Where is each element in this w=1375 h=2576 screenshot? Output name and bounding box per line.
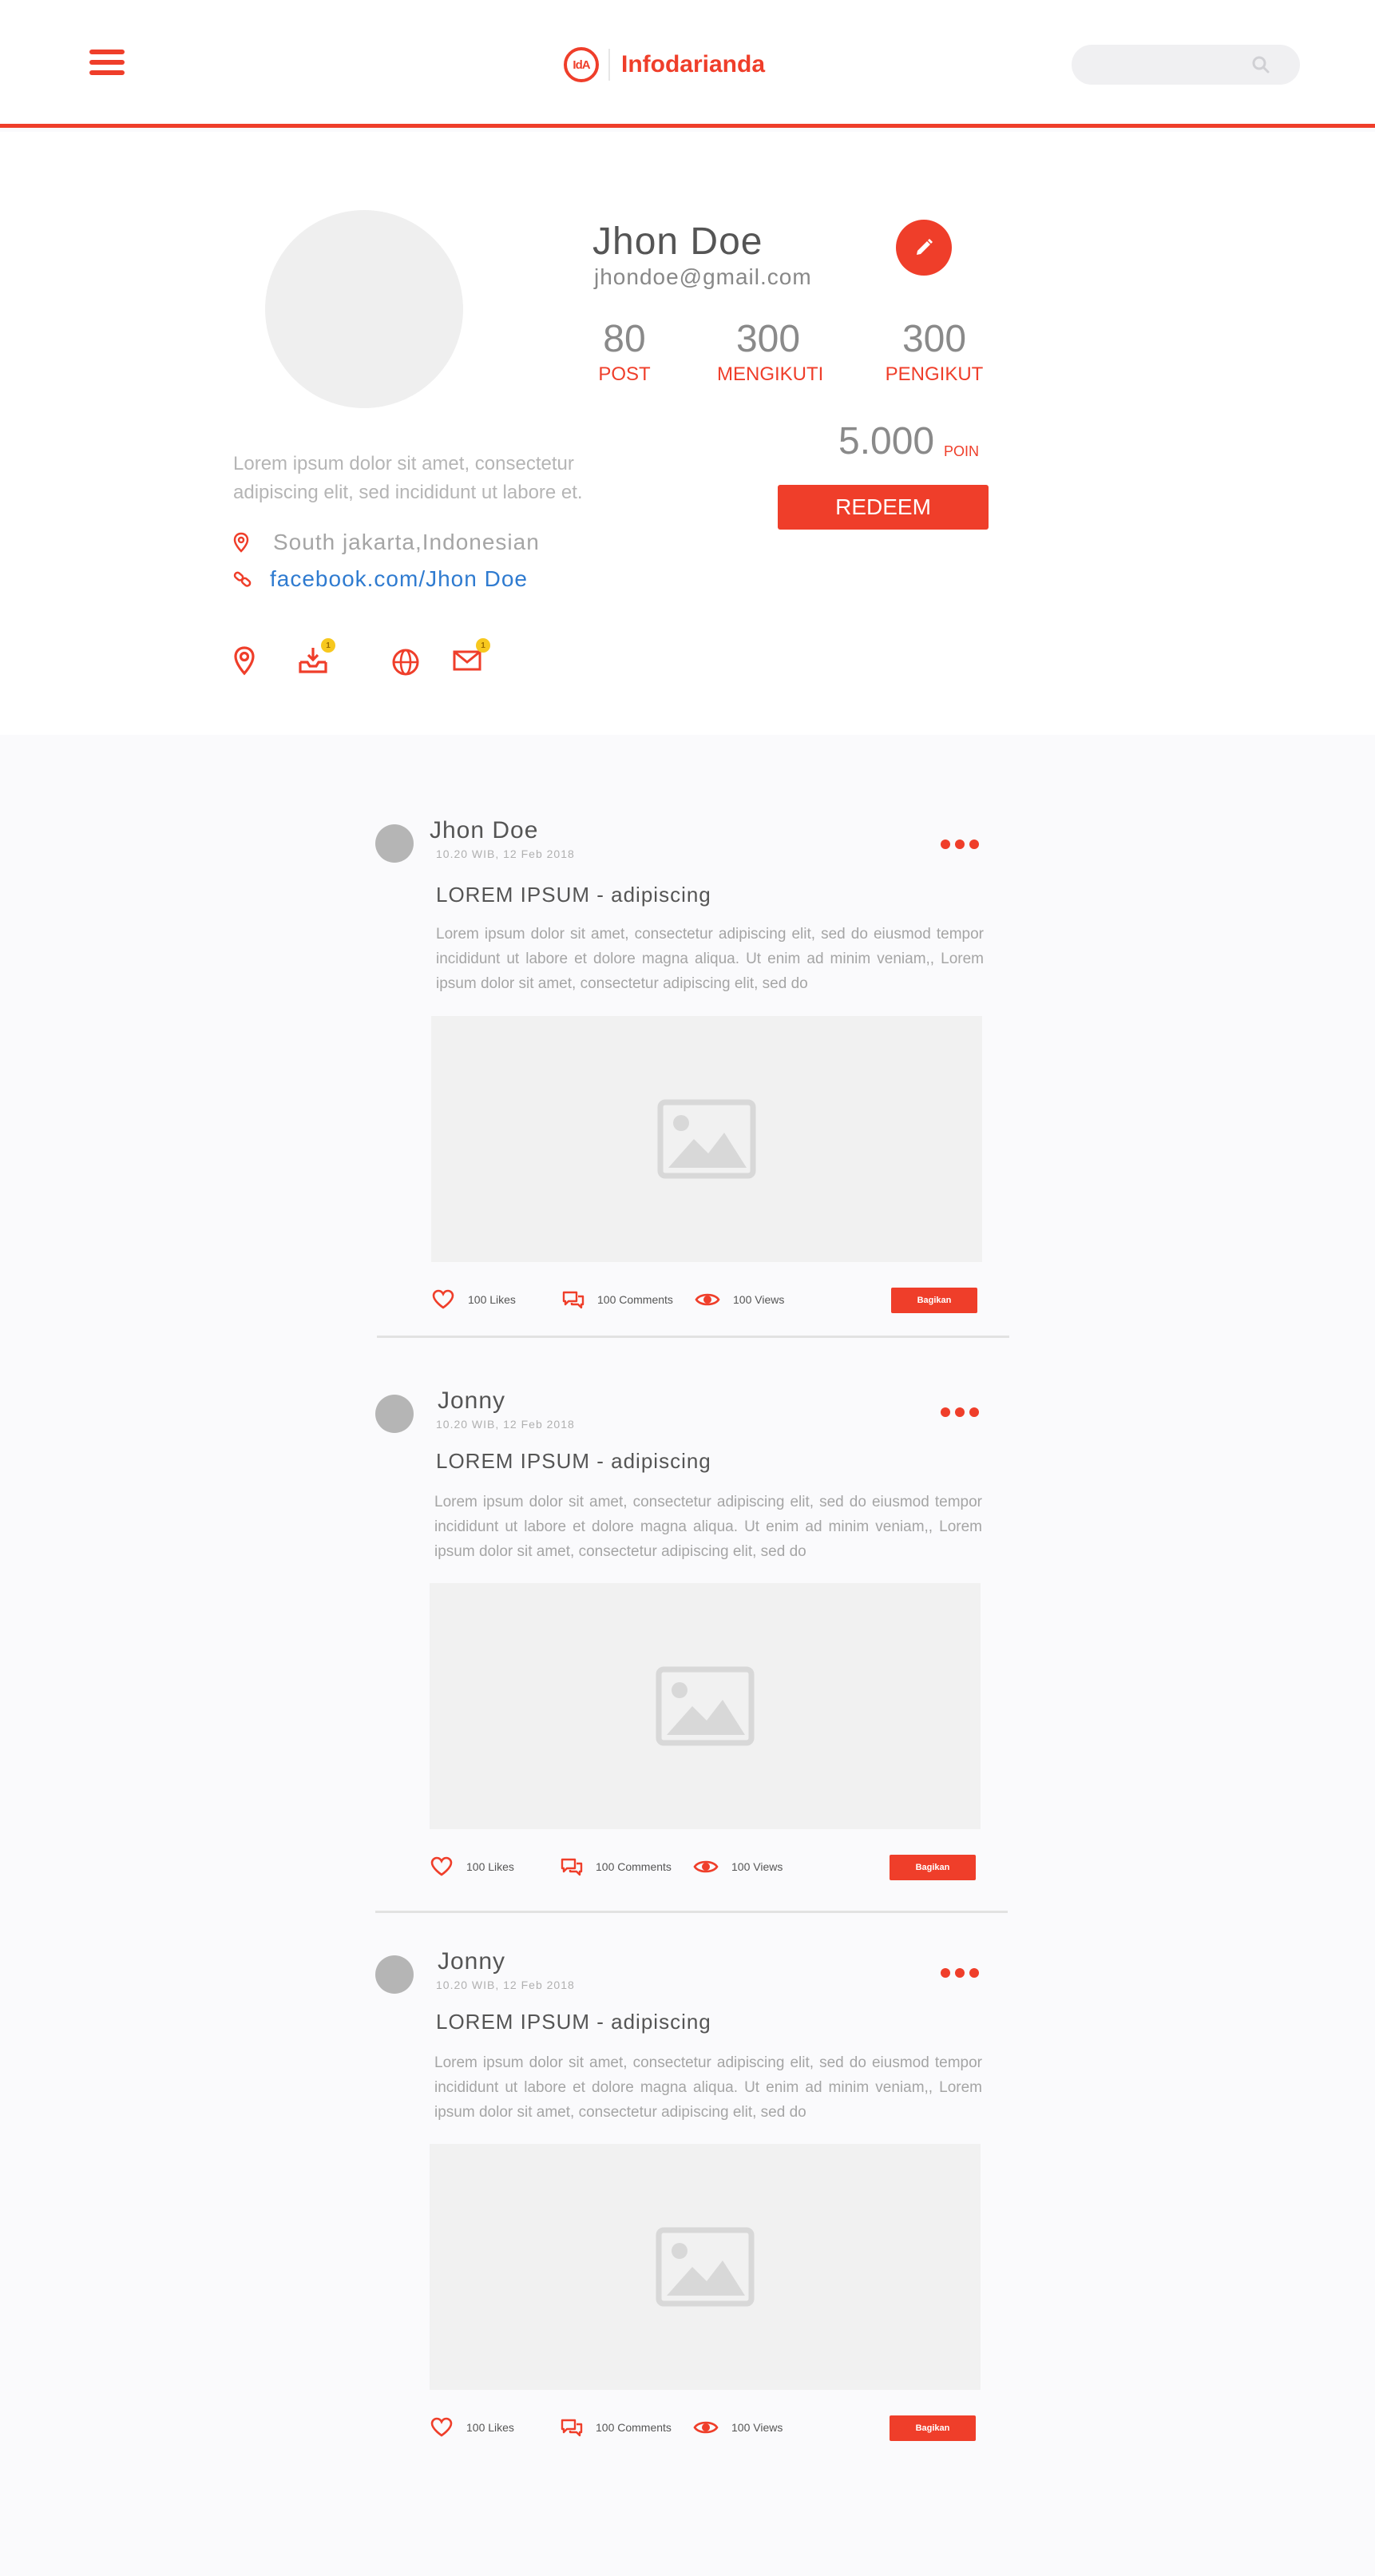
comments-icon bbox=[562, 1291, 584, 1309]
more-options-icon[interactable] bbox=[941, 1965, 979, 1981]
post-title[interactable]: LOREM IPSUM - adipiscing bbox=[436, 883, 711, 907]
post-author[interactable]: Jonny bbox=[438, 1948, 505, 1975]
post-image[interactable] bbox=[431, 1016, 982, 1262]
heart-icon bbox=[430, 2417, 453, 2437]
profile-bio: Lorem ipsum dolor sit amet, consectetur … bbox=[233, 453, 583, 503]
views-count: 100 Views bbox=[731, 1860, 783, 1873]
pencil-icon bbox=[917, 239, 933, 255]
heart-icon bbox=[430, 1856, 453, 1876]
post-title[interactable]: LOREM IPSUM - adipiscing bbox=[436, 2010, 711, 2034]
post-image[interactable] bbox=[430, 1583, 981, 1829]
comments-button[interactable]: 100 Comments bbox=[561, 1288, 673, 1312]
profile-email: jhondoe@gmail.com bbox=[594, 264, 812, 289]
profile-avatar[interactable] bbox=[265, 210, 463, 408]
stat-mengikuti[interactable]: 300 MENGIKUTI bbox=[717, 317, 824, 386]
inbox-button[interactable]: 1 bbox=[295, 638, 335, 678]
likes-count: 100 Likes bbox=[466, 1860, 514, 1873]
views-stat: 100 Views bbox=[693, 2415, 783, 2439]
stat-label: POST bbox=[598, 363, 651, 385]
menu-icon[interactable] bbox=[89, 50, 125, 75]
image-placeholder-icon bbox=[656, 1666, 755, 1746]
inbox-badge: 1 bbox=[321, 638, 335, 653]
views-stat: 100 Views bbox=[693, 1855, 783, 1879]
post-avatar[interactable] bbox=[375, 1395, 414, 1433]
comments-icon bbox=[561, 2419, 583, 2437]
post-author[interactable]: Jhon Doe bbox=[430, 817, 538, 844]
brand-name: Infodarianda bbox=[621, 51, 766, 77]
post-time: 10.20 WIB, 12 Feb 2018 bbox=[436, 847, 575, 860]
stat-value: 300 bbox=[735, 318, 801, 360]
brand[interactable]: IdA Infodarianda bbox=[564, 46, 765, 83]
post-title[interactable]: LOREM IPSUM - adipiscing bbox=[436, 1449, 711, 1474]
share-button[interactable]: Bagikan bbox=[890, 1855, 976, 1880]
heart-icon bbox=[432, 1289, 454, 1309]
likes-button[interactable]: 100 Likes bbox=[431, 1288, 516, 1312]
post-author[interactable]: Jonny bbox=[438, 1387, 505, 1415]
share-button[interactable]: Bagikan bbox=[890, 2415, 976, 2441]
post-body: Lorem ipsum dolor sit amet, consectetur … bbox=[434, 2054, 982, 2121]
more-options-icon[interactable] bbox=[941, 836, 979, 852]
post-card: Jhon Doe 10.20 WIB, 12 Feb 2018 LOREM IP… bbox=[0, 815, 1375, 1342]
post-divider bbox=[375, 1911, 1008, 1913]
post-time: 10.20 WIB, 12 Feb 2018 bbox=[436, 1418, 575, 1431]
edit-profile-button[interactable] bbox=[896, 220, 952, 276]
profile-name: Jhon Doe bbox=[592, 220, 763, 263]
location-pin-icon bbox=[233, 532, 249, 553]
likes-button[interactable]: 100 Likes bbox=[430, 1855, 514, 1879]
stat-label: MENGIKUTI bbox=[717, 363, 824, 385]
eye-icon bbox=[695, 1293, 720, 1306]
top-header: IdA Infodarianda bbox=[0, 0, 1375, 128]
link-row: facebook.com/Jhon Doe bbox=[233, 565, 528, 593]
comments-button[interactable]: 100 Comments bbox=[559, 1855, 672, 1879]
location-row: South jakarta,Indonesian bbox=[233, 528, 540, 557]
likes-count: 100 Likes bbox=[468, 1293, 516, 1306]
link-icon bbox=[233, 571, 252, 587]
globe-icon bbox=[392, 649, 419, 676]
more-options-icon[interactable] bbox=[941, 1404, 979, 1420]
image-placeholder-icon bbox=[656, 2227, 755, 2307]
comments-count: 100 Comments bbox=[596, 1860, 672, 1873]
post-divider bbox=[377, 1336, 1009, 1338]
redeem-button[interactable]: REDEEM bbox=[778, 485, 989, 530]
points-label: POIN bbox=[944, 443, 980, 459]
stat-value: 300 bbox=[901, 318, 967, 360]
post-card: Jonny 10.20 WIB, 12 Feb 2018 LOREM IPSUM… bbox=[0, 1385, 1375, 1913]
post-body: Lorem ipsum dolor sit amet, consectetur … bbox=[436, 926, 984, 992]
stat-label: PENGIKUT bbox=[885, 363, 984, 385]
comments-button[interactable]: 100 Comments bbox=[559, 2415, 672, 2439]
views-count: 100 Views bbox=[731, 2421, 783, 2434]
website-button[interactable] bbox=[388, 643, 423, 678]
mail-badge: 1 bbox=[476, 638, 490, 653]
profile-location: South jakarta,Indonesian bbox=[273, 530, 540, 554]
location-pin-icon bbox=[234, 646, 255, 676]
post-avatar[interactable] bbox=[375, 824, 414, 863]
profile-section: Lorem ipsum dolor sit amet, consectetur … bbox=[0, 132, 1375, 735]
brand-divider bbox=[608, 49, 610, 81]
stat-pengikut[interactable]: 300 PENGIKUT bbox=[883, 317, 985, 386]
search-icon[interactable] bbox=[1250, 54, 1271, 75]
mail-button[interactable]: 1 bbox=[450, 638, 490, 678]
post-card: Jonny 10.20 WIB, 12 Feb 2018 LOREM IPSUM… bbox=[0, 1946, 1375, 2449]
comments-count: 100 Comments bbox=[597, 1293, 673, 1306]
profile-link[interactable]: facebook.com/Jhon Doe bbox=[270, 566, 528, 592]
views-stat: 100 Views bbox=[695, 1288, 784, 1312]
comments-icon bbox=[561, 1858, 583, 1876]
likes-button[interactable]: 100 Likes bbox=[430, 2415, 514, 2439]
post-avatar[interactable] bbox=[375, 1955, 414, 1994]
views-count: 100 Views bbox=[733, 1293, 785, 1306]
share-button[interactable]: Bagikan bbox=[891, 1288, 977, 1313]
post-time: 10.20 WIB, 12 Feb 2018 bbox=[436, 1979, 575, 1991]
stat-value: 80 bbox=[603, 318, 646, 360]
image-placeholder-icon bbox=[657, 1099, 756, 1179]
comments-count: 100 Comments bbox=[596, 2421, 672, 2434]
post-image[interactable] bbox=[430, 2144, 981, 2390]
brand-logo: IdA bbox=[564, 47, 599, 82]
post-body: Lorem ipsum dolor sit amet, consectetur … bbox=[434, 1494, 982, 1560]
stat-post[interactable]: 80 POST bbox=[589, 317, 660, 386]
eye-icon bbox=[693, 1860, 719, 1873]
location-button[interactable] bbox=[227, 643, 262, 678]
eye-icon bbox=[693, 2421, 719, 2434]
points-value: 5.000 bbox=[838, 420, 935, 462]
likes-count: 100 Likes bbox=[466, 2421, 514, 2434]
